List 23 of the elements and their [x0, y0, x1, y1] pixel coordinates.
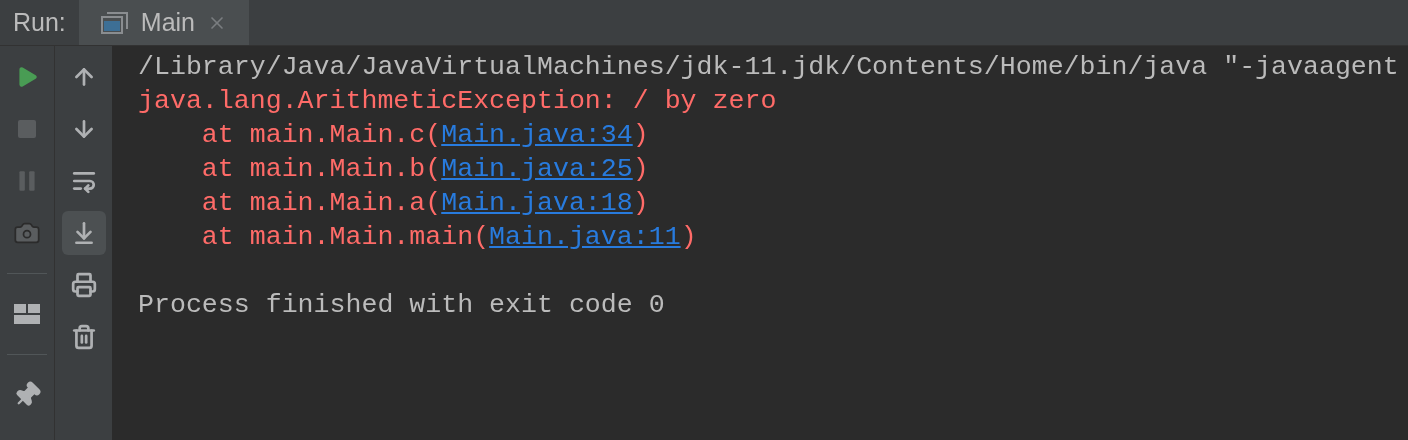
source-link[interactable]: Main.java:25: [441, 152, 633, 186]
trash-icon: [70, 324, 97, 350]
console-text: Process finished with exit code 0: [138, 289, 665, 322]
source-link[interactable]: Main.java:34: [441, 118, 633, 152]
run-label: Run:: [12, 6, 67, 38]
source-link[interactable]: Main.java:11: [489, 220, 681, 254]
scroll-to-end-button[interactable]: [61, 211, 106, 255]
error-text: at main.Main.a(: [200, 187, 442, 220]
command-line: /Library/Java/JavaVirtualMachines/jdk-11.jdk/Contents/Home/bin/java "-javaagent: [138, 51, 1399, 84]
error-text: ): [680, 221, 697, 254]
error-text: ): [632, 153, 649, 186]
error-text: java.lang.ArithmeticException: / by zero: [138, 85, 777, 118]
source-link[interactable]: Main.java:18: [441, 186, 633, 220]
printer-icon: [70, 272, 97, 298]
error-text: at main.Main.c(: [200, 119, 442, 152]
layout-icon: [14, 304, 40, 324]
tab[interactable]: Main: [78, 0, 249, 45]
error-text: at main.Main.main(: [200, 221, 490, 254]
error-text: ): [632, 119, 649, 152]
stop-icon: [15, 117, 39, 141]
error-text: ): [632, 187, 649, 220]
window-icon: [100, 10, 129, 35]
error-text: at main.Main.b(: [200, 153, 442, 186]
